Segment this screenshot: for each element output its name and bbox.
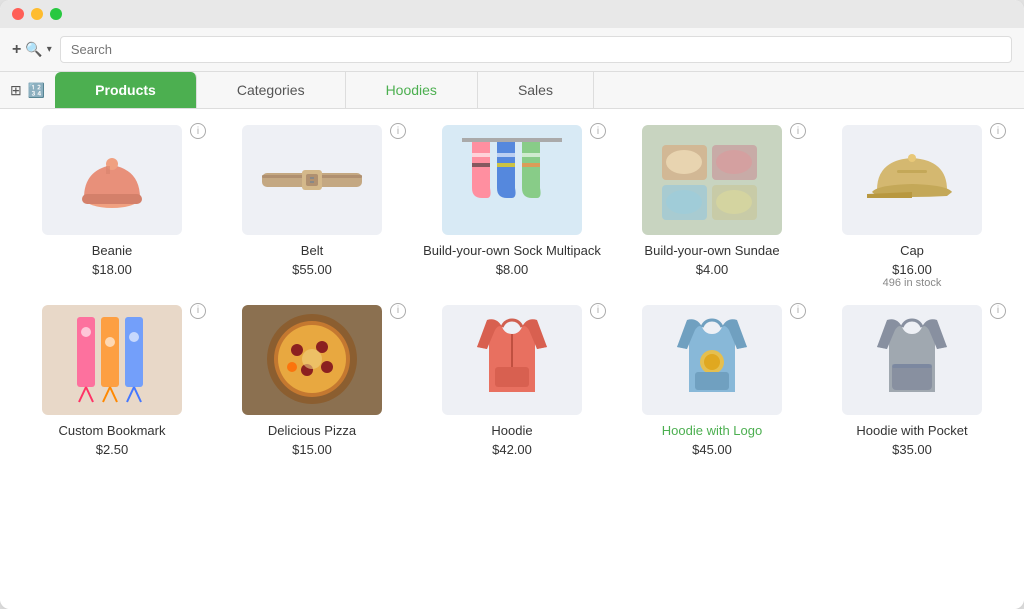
product-image-hoodie — [442, 305, 582, 415]
info-icon-sundae[interactable]: i — [790, 123, 806, 139]
product-price-cap: $16.00 — [892, 262, 932, 277]
product-cell-sundae: i Build-your-own Sundae $4. — [612, 117, 812, 297]
product-cell-socks: i — [412, 117, 612, 297]
product-image-belt — [242, 125, 382, 235]
product-price-beanie: $18.00 — [92, 262, 132, 277]
info-icon-belt[interactable]: i — [390, 123, 406, 139]
maximize-button[interactable] — [50, 8, 62, 20]
product-name-belt: Belt — [301, 243, 323, 260]
product-price-socks: $8.00 — [496, 262, 529, 277]
product-cell-hoodie-pocket: i Hoodie with Pocket $35.00 — [812, 297, 1012, 465]
info-icon-cap[interactable]: i — [990, 123, 1006, 139]
title-bar — [0, 0, 1024, 28]
product-image-hoodie-logo — [642, 305, 782, 415]
info-icon-bookmark[interactable]: i — [190, 303, 206, 319]
app-window: + 🔍 ▾ ⊞ 🔢 Products Categories Hoodies Sa… — [0, 0, 1024, 609]
product-image-beanie — [42, 125, 182, 235]
info-icon-hoodie-pocket[interactable]: i — [990, 303, 1006, 319]
product-name-cap: Cap — [900, 243, 924, 260]
info-icon-hoodie-logo[interactable]: i — [790, 303, 806, 319]
info-icon-pizza[interactable]: i — [390, 303, 406, 319]
info-icon-beanie[interactable]: i — [190, 123, 206, 139]
view-icons: ⊞ 🔢 — [0, 82, 55, 99]
search-bar: + 🔍 ▾ — [0, 28, 1024, 72]
product-image-socks — [442, 125, 582, 235]
product-cell-hoodie: i Hoodie $42.0 — [412, 297, 612, 465]
product-image-bookmark — [42, 305, 182, 415]
tab-sales[interactable]: Sales — [478, 72, 594, 108]
product-name-hoodie-logo[interactable]: Hoodie with Logo — [662, 423, 762, 440]
product-cell-belt: i Belt $55.00 — [212, 117, 412, 297]
add-icon[interactable]: + — [12, 41, 21, 59]
product-cell-pizza: i — [212, 297, 412, 465]
product-image-pizza — [242, 305, 382, 415]
product-name-socks: Build-your-own Sock Multipack — [423, 243, 601, 260]
product-price-bookmark: $2.50 — [96, 442, 129, 457]
grid-view-icon[interactable]: ⊞ — [10, 82, 22, 99]
product-cell-hoodie-logo: i Hoodie with Logo — [612, 297, 812, 465]
product-name-hoodie: Hoodie — [491, 423, 532, 440]
search-icon[interactable]: 🔍 — [25, 41, 42, 58]
product-name-bookmark: Custom Bookmark — [59, 423, 166, 440]
product-name-sundae: Build-your-own Sundae — [644, 243, 779, 260]
products-grid: i Beanie $18.00 i — [12, 117, 1012, 465]
product-price-belt: $55.00 — [292, 262, 332, 277]
product-price-hoodie-pocket: $35.00 — [892, 442, 932, 457]
product-name-beanie: Beanie — [92, 243, 132, 260]
product-cell-bookmark: i — [12, 297, 212, 465]
sort-icon[interactable]: 🔢 — [28, 82, 45, 99]
products-content: i Beanie $18.00 i — [0, 109, 1024, 609]
product-name-pizza: Delicious Pizza — [268, 423, 356, 440]
product-stock-cap: 496 in stock — [883, 277, 942, 289]
tab-hoodies[interactable]: Hoodies — [346, 72, 478, 108]
info-icon-hoodie[interactable]: i — [590, 303, 606, 319]
search-controls: + 🔍 ▾ — [12, 41, 52, 59]
product-price-hoodie-logo: $45.00 — [692, 442, 732, 457]
tab-products[interactable]: Products — [55, 72, 197, 108]
minimize-button[interactable] — [31, 8, 43, 20]
close-button[interactable] — [12, 8, 24, 20]
product-cell-beanie: i Beanie $18.00 — [12, 117, 212, 297]
product-name-hoodie-pocket: Hoodie with Pocket — [856, 423, 967, 440]
search-input[interactable] — [60, 36, 1012, 63]
tab-categories[interactable]: Categories — [197, 72, 346, 108]
product-image-hoodie-pocket — [842, 305, 982, 415]
product-price-hoodie: $42.00 — [492, 442, 532, 457]
info-icon-socks[interactable]: i — [590, 123, 606, 139]
chevron-down-icon[interactable]: ▾ — [47, 44, 52, 55]
product-price-sundae: $4.00 — [696, 262, 729, 277]
product-price-pizza: $15.00 — [292, 442, 332, 457]
tabs-bar: ⊞ 🔢 Products Categories Hoodies Sales — [0, 72, 1024, 109]
product-image-cap — [842, 125, 982, 235]
product-image-sundae — [642, 125, 782, 235]
product-cell-cap: i Cap $16.00 496 in stock — [812, 117, 1012, 297]
